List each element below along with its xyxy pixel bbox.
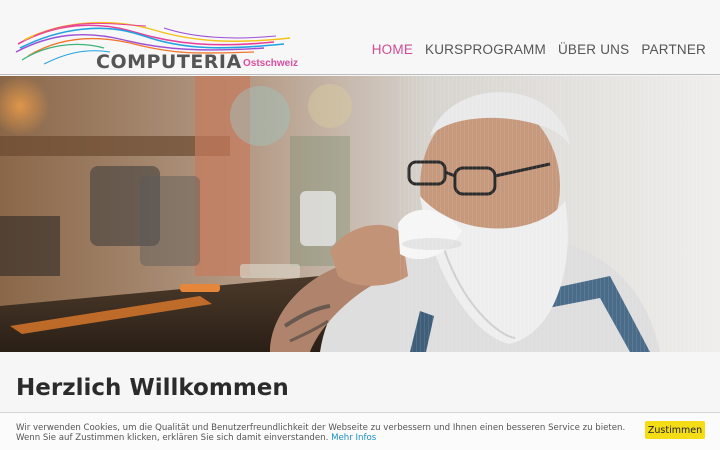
- hero-photo: [0, 76, 720, 352]
- cookie-message-text: Wir verwenden Cookies, um die Qualität u…: [16, 423, 626, 443]
- logo-subtitle: Ostschweiz: [243, 58, 299, 69]
- page-title: Herzlich Willkommen: [16, 375, 289, 401]
- cookie-message: Wir verwenden Cookies, um die Qualität u…: [16, 423, 632, 443]
- cookie-accept-button[interactable]: Zustimmen: [645, 421, 705, 439]
- nav-ueber-uns[interactable]: ÜBER UNS: [558, 42, 629, 57]
- nav-kursprogramm[interactable]: KURSPROGRAMM: [425, 42, 546, 57]
- nav-partner[interactable]: PARTNER: [641, 42, 706, 57]
- nav-home[interactable]: HOME: [372, 42, 413, 57]
- cookie-banner: Wir verwenden Cookies, um die Qualität u…: [0, 412, 720, 450]
- hero-section: [0, 76, 720, 352]
- logo-link[interactable]: COMPUTERIA Ostschweiz: [14, 18, 304, 73]
- site-header: COMPUTERIA Ostschweiz HOME KURSPROGRAMM …: [0, 0, 720, 75]
- cookie-more-info-link[interactable]: Mehr Infos: [331, 433, 376, 443]
- main-nav: HOME KURSPROGRAMM ÜBER UNS PARTNER: [372, 42, 706, 57]
- logo-name: COMPUTERIA: [96, 51, 242, 73]
